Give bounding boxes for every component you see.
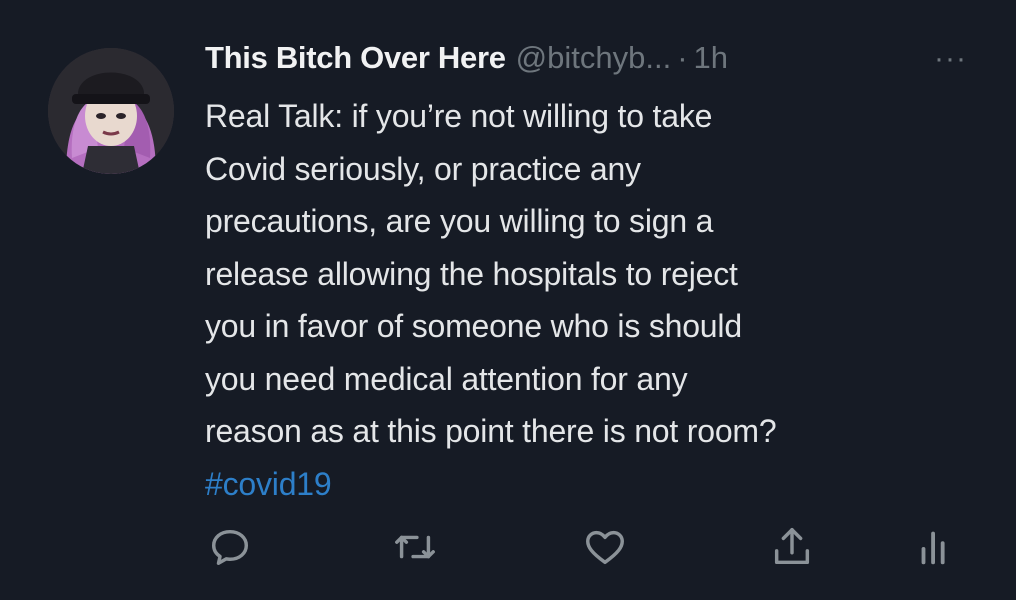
analytics-icon	[921, 531, 945, 565]
separator-dot: ·	[677, 40, 688, 75]
like-icon	[586, 530, 624, 565]
tweet-actions	[205, 522, 965, 578]
tweet-text-line: you in favor of someone who is should	[205, 308, 742, 344]
analytics-button[interactable]	[910, 522, 960, 572]
display-name[interactable]: This Bitch Over Here	[205, 40, 506, 76]
share-icon	[774, 528, 810, 565]
tweet-text-line: precautions, are you willing to sign a	[205, 203, 714, 239]
tweet-text: Real Talk: if you’re not willing to take…	[205, 90, 995, 510]
tweet[interactable]: This Bitch Over Here @bitchyb... · 1h ··…	[0, 0, 1016, 600]
user-handle[interactable]: @bitchyb...	[516, 40, 672, 76]
hashtag-link[interactable]: #covid19	[205, 458, 995, 511]
tweet-text-line: reason as at this point there is not roo…	[205, 413, 777, 449]
share-button[interactable]	[767, 522, 817, 572]
reply-button[interactable]	[205, 522, 255, 572]
tweet-text-line: Covid seriously, or practice any	[205, 150, 641, 187]
tweet-text-line: you need medical attention for any	[205, 360, 688, 397]
tweet-content: This Bitch Over Here @bitchyb... · 1h ··…	[205, 40, 995, 510]
avatar-image	[48, 48, 174, 174]
tweet-header: This Bitch Over Here @bitchyb... · 1h	[205, 40, 995, 84]
retweet-icon	[395, 535, 435, 559]
avatar[interactable]	[48, 48, 174, 174]
retweet-button[interactable]	[390, 522, 440, 572]
reply-icon	[211, 529, 249, 566]
more-options-icon[interactable]: ···	[934, 42, 967, 76]
like-button[interactable]	[580, 522, 630, 572]
tweet-text-line: release allowing the hospitals to reject	[205, 255, 738, 292]
timestamp[interactable]: 1h	[694, 40, 728, 76]
tweet-text-line: Real Talk: if you’re not willing to take	[205, 98, 713, 134]
